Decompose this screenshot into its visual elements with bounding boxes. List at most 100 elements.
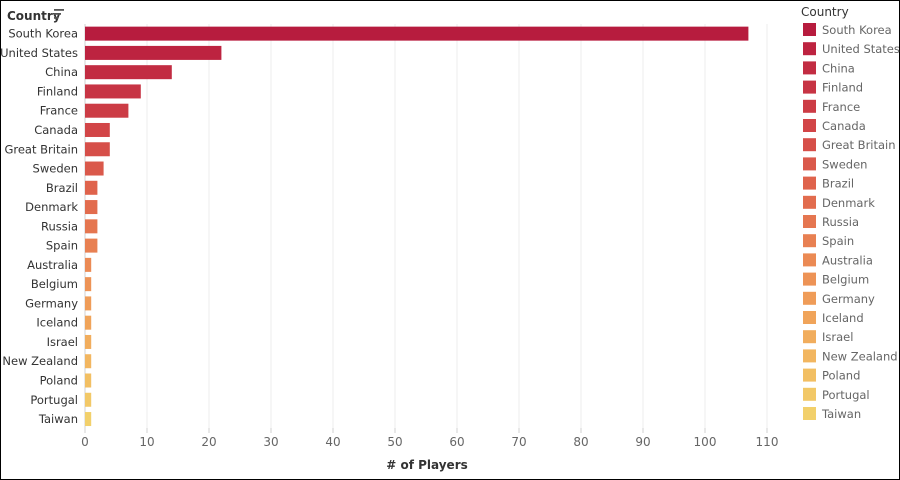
legend-swatch [803,407,816,420]
legend-label: Finland [822,81,863,95]
x-tick-label: 80 [573,435,588,449]
legend-swatch [803,176,816,190]
grid-lines [84,24,768,428]
category-label: Russia [41,219,78,233]
category-label: South Korea [8,27,78,41]
bar[interactable] [85,334,92,349]
legend-item[interactable]: Great Britain [803,138,896,152]
category-label: Great Britain [4,142,78,156]
bar[interactable] [85,219,98,234]
legend-item[interactable]: Poland [803,368,860,383]
x-tick-label: 70 [511,435,526,449]
legend-item[interactable]: Israel [803,330,853,344]
category-label: Poland [40,373,78,387]
category-label: United States [0,46,78,60]
legend-swatch [803,368,816,382]
x-tick-label: 0 [81,435,89,449]
legend-swatch [803,138,816,152]
legend-item[interactable]: Taiwan [803,407,861,421]
legend-item[interactable]: Belgium [803,272,869,287]
legend-swatch [803,23,816,36]
bar[interactable] [85,84,141,99]
category-label: Canada [34,123,78,137]
bar[interactable] [85,161,104,176]
category-labels: South Korea United States China Finland Fran… [0,27,78,426]
bar[interactable] [85,315,92,330]
legend-swatch [803,215,816,228]
legend-swatch [803,253,816,267]
category-label: Israel [47,335,78,349]
legend-swatch [803,349,816,363]
legend-label: Israel [822,330,853,344]
legend-swatch [803,61,816,75]
legend-item[interactable]: Russia [803,215,859,229]
bar[interactable] [85,65,172,80]
x-tick-labels: 0 10 20 30 40 50 60 70 80 90 100 110 [81,428,778,449]
legend-swatch [803,234,816,248]
bar[interactable] [85,277,92,292]
x-tick-label: 90 [635,435,650,449]
bar[interactable] [85,26,749,41]
bar[interactable] [85,373,92,388]
legend-item[interactable]: Iceland [803,311,864,325]
legend-label: Iceland [822,311,864,325]
legend-item[interactable]: United States [803,42,900,56]
category-label: Spain [46,239,78,253]
legend-item[interactable]: Canada [803,119,866,133]
bar[interactable] [85,142,110,157]
legend-label: United States [822,42,900,56]
x-tick-label: 50 [387,435,402,449]
bar[interactable] [85,45,222,60]
legend-label: Spain [822,234,854,248]
legend-label: Poland [822,369,860,383]
x-tick-label: 100 [694,435,717,449]
legend-item[interactable]: Sweden [803,157,867,171]
bar[interactable] [85,180,98,195]
legend-item[interactable]: Spain [803,234,854,248]
legend-item[interactable]: Brazil [803,176,854,191]
bar[interactable] [85,200,98,215]
legend-swatch [803,311,816,324]
bar[interactable] [85,122,110,137]
legend-item[interactable]: Denmark [803,195,875,210]
category-label: Iceland [36,316,78,330]
legend-swatch [803,387,816,401]
legend-label: Denmark [822,196,875,210]
legend-item[interactable]: France [803,99,860,114]
category-label: Australia [27,258,78,272]
legend-item[interactable]: South Korea [803,23,892,37]
legend-item[interactable]: New Zealand [803,349,898,363]
bar[interactable] [85,238,98,253]
bar[interactable] [85,392,92,407]
legend-item[interactable]: Germany [803,291,875,306]
legend-label: China [822,61,855,75]
x-axis-title: # of Players [386,458,468,472]
legend-swatch [803,195,816,209]
legend-item[interactable]: Portugal [803,387,870,402]
legend-label: Australia [822,253,873,267]
category-label: Brazil [46,181,78,195]
bar[interactable] [85,412,92,427]
bars [85,26,749,427]
bar[interactable] [85,354,92,369]
legend-label: Taiwan [821,407,861,421]
legend-label: Great Britain [822,138,896,152]
x-tick-label: 10 [139,435,154,449]
legend-label: Brazil [822,177,854,191]
legend-item[interactable]: Finland [803,80,863,95]
legend: South Korea United States China Finland Fran… [803,23,900,421]
legend-swatch [803,157,816,171]
category-label: Germany [25,296,78,310]
bar[interactable] [85,296,92,311]
legend-item[interactable]: Australia [803,253,873,267]
legend-label: Portugal [822,388,870,402]
category-label: Denmark [25,200,78,214]
legend-item[interactable]: China [803,61,855,75]
x-tick-label: 110 [756,435,779,449]
category-label: New Zealand [2,354,78,368]
bar[interactable] [85,257,92,272]
bar[interactable] [85,103,129,118]
category-label: Finland [37,84,78,98]
legend-swatch [803,272,816,286]
legend-swatch [803,330,816,344]
